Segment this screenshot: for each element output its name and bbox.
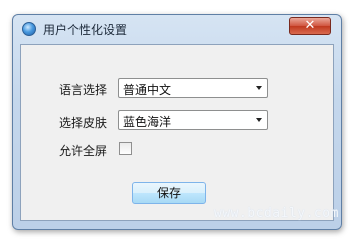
watermark-text: www.bcdaily.com [214, 206, 339, 221]
close-icon: ✕ [304, 18, 316, 33]
language-select[interactable]: 普通中文 [118, 78, 268, 98]
save-button-label: 保存 [156, 186, 181, 200]
fullscreen-label: 允许全屏 [59, 144, 108, 158]
fullscreen-checkbox[interactable] [119, 142, 132, 155]
language-select-value: 普通中文 [123, 83, 172, 97]
chevron-down-icon [256, 118, 262, 122]
dialog-title: 用户个性化设置 [43, 23, 128, 37]
chevron-down-icon [256, 86, 262, 90]
title-bar[interactable]: 用户个性化设置 ✕ [13, 15, 341, 43]
settings-dialog: 用户个性化设置 ✕ 语言选择 普通中文 选择皮肤 蓝色海洋 允许全屏 保存 [12, 14, 342, 230]
skin-select[interactable]: 蓝色海洋 [118, 110, 268, 130]
dialog-body: 语言选择 普通中文 选择皮肤 蓝色海洋 允许全屏 保存 [20, 44, 334, 221]
skin-label: 选择皮肤 [59, 116, 108, 130]
screenshot-canvas: 用户个性化设置 ✕ 语言选择 普通中文 选择皮肤 蓝色海洋 允许全屏 保存 ww… [0, 0, 358, 243]
close-button[interactable]: ✕ [289, 17, 331, 35]
app-globe-icon [22, 22, 36, 36]
language-label: 语言选择 [59, 83, 108, 97]
skin-select-value: 蓝色海洋 [123, 115, 172, 129]
save-button[interactable]: 保存 [132, 182, 206, 204]
